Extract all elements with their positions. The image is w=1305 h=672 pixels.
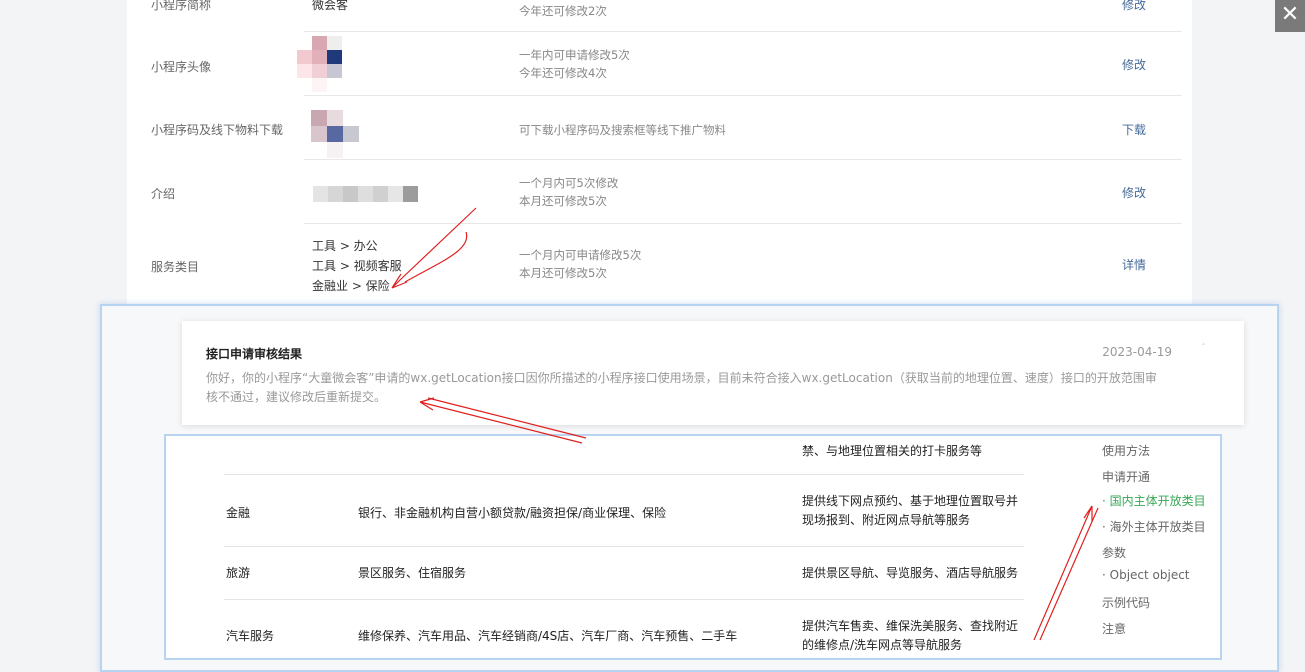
notice-title: 接口申请审核结果 — [206, 347, 303, 361]
toc-item[interactable]: 注意 — [1102, 620, 1126, 637]
row-desc: 一个月内可5次修改 — [519, 176, 619, 190]
close-icon[interactable]: ✕ — [1275, 0, 1305, 32]
intro-text-redacted — [313, 186, 418, 202]
scene-cell: 提供汽车售卖、维保洗美服务、查找附近的维修点/洗车网点等导航服务 — [802, 619, 1019, 652]
scene-cell: 提供景区导航、导览服务、酒店导航服务 — [802, 566, 1019, 580]
toc-item-active[interactable]: · 国内主体开放类目 — [1102, 492, 1206, 509]
settings-row-avatar: 小程序头像 一年内可申请修改5次 今年还可修改4次 修改 — [127, 32, 1192, 96]
chevron-up-icon[interactable]: ˆ — [1201, 343, 1206, 354]
settings-row-qrcode: 小程序码及线下物料下载 可下载小程序码及搜索框等线下推广物料 下载 — [127, 96, 1192, 160]
notice-body: 你好，你的小程序“大童微会客”申请的wx.getLocation接口因你所描述的… — [206, 371, 1157, 404]
sub-category-cell: 银行、非金融机构自营小额贷款/融资担保/商业保理、保险 — [358, 506, 667, 520]
toc-item[interactable]: 使用方法 — [1102, 442, 1150, 459]
edit-link[interactable]: 修改 — [1122, 56, 1146, 73]
category-cell: 金融 — [226, 506, 251, 520]
row-desc: 一个月内可申请修改5次 — [519, 248, 642, 262]
avatar-image — [297, 36, 342, 92]
docs-panel: 禁、与地理位置相关的打卡服务等 金融 银行、非金融机构自营小额贷款/融资担保/商… — [164, 434, 1222, 660]
row-label: 小程序码及线下物料下载 — [151, 123, 284, 137]
scene-cell: 禁、与地理位置相关的打卡服务等 — [802, 444, 983, 458]
toc-item[interactable]: · Object object — [1102, 568, 1190, 582]
row-label: 介绍 — [151, 187, 176, 201]
category-cell: 旅游 — [226, 566, 251, 580]
edit-link[interactable]: 修改 — [1122, 184, 1146, 201]
row-desc-2: 本月还可修改5次 — [519, 194, 607, 208]
settings-row-categories: 服务类目 工具 > 办公 工具 > 视频客服 金融业 > 保险 一个月内可申请修… — [127, 224, 1192, 304]
category-item: 工具 > 视频客服 — [312, 259, 402, 273]
row-value: 微会客 — [312, 0, 349, 12]
scene-cell: 提供线下网点预约、基于地理位置取号并现场报到、附近网点导航等服务 — [802, 494, 1019, 527]
category-item: 金融业 > 保险 — [312, 279, 390, 293]
row-desc: 可下载小程序码及搜索框等线下推广物料 — [519, 123, 726, 137]
category-item: 工具 > 办公 — [312, 239, 378, 253]
edit-link[interactable]: 修改 — [1122, 0, 1146, 13]
sub-category-cell: 景区服务、住宿服务 — [358, 566, 467, 580]
toc-item[interactable]: 申请开通 — [1102, 468, 1150, 485]
qrcode-image — [311, 110, 359, 158]
sub-category-cell: 维修保养、汽车用品、汽车经销商/4S店、汽车厂商、汽车预售、二手车 — [358, 629, 738, 643]
toc-item[interactable]: 示例代码 — [1102, 594, 1150, 611]
toc-item[interactable]: 参数 — [1102, 544, 1126, 561]
review-result-notice: 接口申请审核结果 2023-04-19 ˆ 你好，你的小程序“大童微会客”申请的… — [182, 321, 1244, 425]
toc-item[interactable]: · 海外主体开放类目 — [1102, 518, 1206, 535]
row-label: 小程序简称 — [151, 0, 212, 12]
row-label: 小程序头像 — [151, 60, 212, 74]
row-label: 服务类目 — [151, 260, 200, 274]
settings-row-intro: 介绍 一个月内可5次修改 本月还可修改5次 修改 — [127, 160, 1192, 224]
row-desc-2: 今年还可修改4次 — [519, 66, 607, 80]
details-link[interactable]: 详情 — [1122, 256, 1146, 273]
row-desc-2: 本月还可修改5次 — [519, 266, 607, 280]
settings-card: 小程序简称 微会客 今年还可修改2次 修改 小程序头像 一年内可申请修改5次 今… — [127, 0, 1192, 310]
notice-date: 2023-04-19 — [1102, 345, 1172, 359]
row-desc: 一年内可申请修改5次 — [519, 48, 630, 62]
download-link[interactable]: 下载 — [1122, 121, 1146, 138]
category-cell: 汽车服务 — [226, 629, 275, 643]
row-desc: 今年还可修改2次 — [519, 4, 607, 18]
